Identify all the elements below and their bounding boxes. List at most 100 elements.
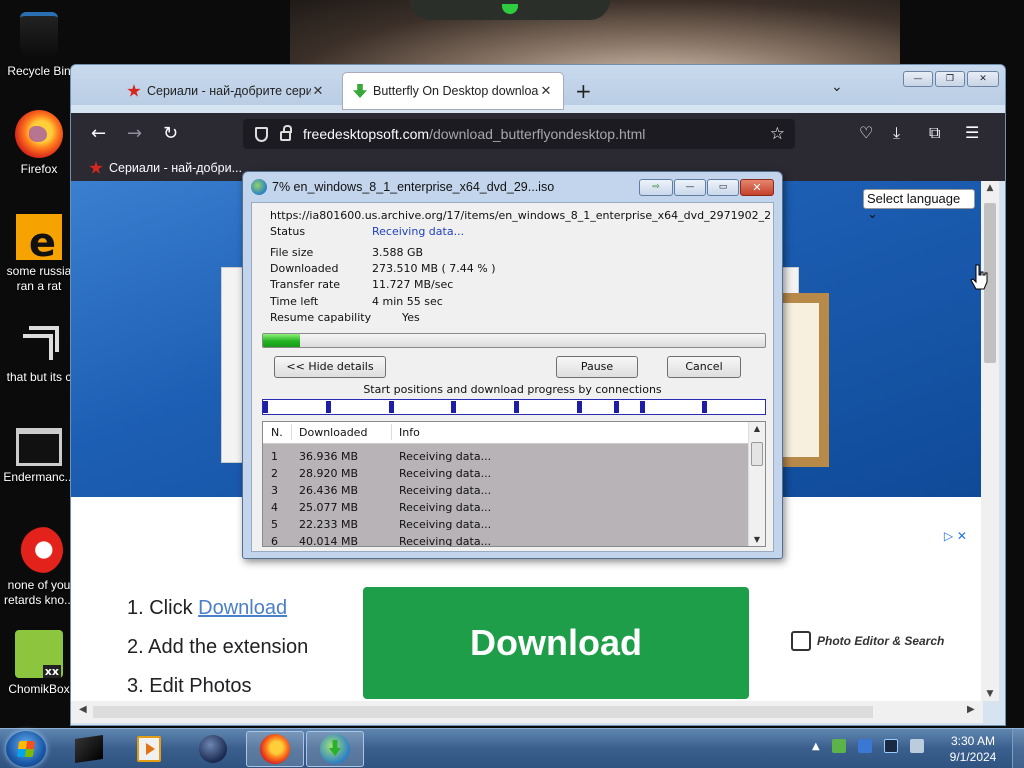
column-downloaded[interactable]: Downloaded	[299, 426, 367, 439]
taskbar-app-1[interactable]	[60, 731, 118, 767]
show-desktop-button[interactable]	[1012, 729, 1024, 768]
scroll-thumb[interactable]	[93, 706, 873, 718]
reload-icon[interactable]: ↻	[163, 125, 178, 143]
taskbar-earth[interactable]	[184, 731, 242, 767]
desktop-icon-none-of-you[interactable]: none of you retards kno...	[0, 526, 78, 608]
scroll-left-icon[interactable]: ◀	[79, 704, 87, 715]
scroll-right-icon[interactable]: ▶	[967, 704, 975, 715]
desktop-icon-endermanch[interactable]: Endermanc...	[0, 422, 78, 485]
pocket-icon[interactable]: ♡	[859, 123, 873, 142]
bookmark-item[interactable]: Сериали - най-добри...	[109, 161, 242, 175]
network-icon[interactable]	[883, 739, 898, 753]
ad-download-link[interactable]: Download	[198, 597, 287, 619]
start-button[interactable]	[6, 731, 46, 767]
download-favicon-icon	[353, 84, 367, 98]
chomikbox-icon	[15, 630, 63, 678]
lock-icon[interactable]	[280, 125, 292, 141]
extensions-icon[interactable]: ⧉	[929, 123, 940, 143]
desktop-icon-that-but[interactable]: that but its c	[0, 318, 78, 385]
clock-date: 9/1/2024	[949, 750, 997, 764]
minimize-button[interactable]: —	[903, 71, 933, 87]
dialog-maximize-button[interactable]: ▭	[707, 179, 739, 196]
cell-downloaded: 28.920 MB	[299, 467, 359, 480]
nav-toolbar: ← → ↻ freedesktopsoft.com/download_butte…	[71, 113, 1005, 155]
dialog-body: https://ia801600.us.archive.org/17/items…	[251, 202, 774, 552]
maximize-button[interactable]: ❐	[935, 71, 965, 87]
desktop-icon-chomikbox[interactable]: ChomikBox	[0, 630, 78, 697]
ad-download-button[interactable]: Download	[363, 587, 749, 699]
column-n[interactable]: N.	[271, 426, 283, 439]
downloaded-label: Downloaded	[270, 262, 339, 275]
menu-icon[interactable]: ☰	[965, 123, 979, 142]
tray-app-icon[interactable]	[857, 739, 872, 753]
close-tab-icon[interactable]: ✕	[539, 83, 553, 99]
tab-butterfly[interactable]: Butterfly On Desktop download ✕	[343, 73, 563, 109]
volume-icon[interactable]	[909, 739, 924, 753]
transfer-rate-label: Transfer rate	[270, 278, 341, 291]
page-vertical-scrollbar[interactable]: ▲ ▼	[981, 181, 999, 701]
tab-series[interactable]: Сериали - най-добрите сериали ✕	[117, 73, 335, 109]
scroll-down-icon[interactable]: ▼	[749, 535, 765, 544]
cell-n: 4	[271, 501, 278, 514]
table-row[interactable]: 4 25.077 MB Receiving data...	[263, 497, 749, 514]
close-button[interactable]: ✕	[967, 71, 999, 87]
taskbar: ▲ 3:30 AM 9/1/2024	[0, 728, 1024, 768]
back-icon[interactable]: ←	[91, 125, 106, 143]
clock[interactable]: 3:30 AM 9/1/2024	[940, 733, 1006, 765]
dialog-close-button[interactable]: ✕	[740, 179, 774, 196]
clock-time: 3:30 AM	[950, 734, 996, 748]
desktop-icon-some-russia[interactable]: some russia ran a rat	[0, 214, 78, 294]
tray-app-icon[interactable]	[831, 739, 846, 753]
ad-choices-icon[interactable]: ▷ ✕	[944, 529, 967, 543]
hide-details-button[interactable]: << Hide details	[274, 356, 386, 378]
table-scrollbar[interactable]: ▲ ▼	[748, 422, 765, 546]
connection-marker	[263, 401, 268, 413]
transfer-rate-value: 11.727 MB/sec	[372, 278, 454, 291]
table-row[interactable]: 1 36.936 MB Receiving data...	[263, 446, 749, 463]
idm-icon	[320, 734, 350, 764]
taskbar-idm[interactable]	[306, 731, 364, 767]
pause-button[interactable]: Pause	[556, 356, 638, 378]
connection-marker	[702, 401, 708, 413]
scroll-down-icon[interactable]: ▼	[981, 689, 999, 699]
table-row[interactable]: 2 28.920 MB Receiving data...	[263, 463, 749, 480]
send-to-icon[interactable]: ⇨	[639, 179, 673, 196]
firefox-icon	[15, 110, 63, 158]
app-icon	[75, 735, 103, 763]
downloads-icon[interactable]: ⤓	[893, 123, 900, 143]
column-info[interactable]: Info	[399, 426, 420, 439]
forward-icon[interactable]: →	[127, 125, 142, 143]
language-select-value: Select language	[867, 191, 961, 206]
desktop-icon-label: ChomikBox	[8, 682, 70, 696]
desktop-icon-label: Firefox	[20, 162, 58, 176]
url-bar[interactable]: freedesktopsoft.com/download_butterflyon…	[243, 119, 795, 149]
list-tabs-button[interactable]: ⌄	[831, 79, 843, 95]
close-tab-icon[interactable]: ✕	[311, 83, 325, 99]
scroll-up-icon[interactable]: ▲	[749, 424, 765, 433]
cell-info: Receiving data...	[399, 467, 492, 480]
scroll-up-icon[interactable]: ▲	[981, 183, 999, 193]
table-row[interactable]: 6 40.014 MB Receiving data...	[263, 531, 749, 546]
earth-icon	[199, 735, 227, 763]
scroll-thumb[interactable]	[751, 442, 763, 466]
page-horizontal-scrollbar[interactable]: ◀ ▶	[71, 701, 983, 723]
new-tab-button[interactable]: +	[575, 79, 592, 103]
cell-n: 2	[271, 467, 278, 480]
star-favicon-icon	[127, 84, 141, 97]
desktop-icon-recycle-bin[interactable]: Recycle Bin	[0, 6, 78, 79]
taskbar-firefox[interactable]	[246, 731, 304, 767]
connections-label: Start positions and download progress by…	[363, 383, 662, 396]
desktop-icon-firefox[interactable]: Firefox	[0, 110, 78, 177]
language-select[interactable]: Select language ⌄	[863, 189, 975, 221]
desktop-icon-label: ran a rat	[16, 279, 62, 293]
cancel-button[interactable]: Cancel	[667, 356, 741, 378]
shield-icon[interactable]	[255, 126, 268, 142]
bookmark-star-icon[interactable]: ☆	[770, 124, 785, 144]
connection-marker	[614, 401, 620, 413]
table-row[interactable]: 5 22.233 MB Receiving data...	[263, 514, 749, 531]
status-label: Status	[270, 225, 306, 238]
table-row[interactable]: 3 26.436 MB Receiving data...	[263, 480, 749, 497]
show-hidden-icons-icon[interactable]: ▲	[812, 741, 820, 752]
dialog-minimize-button[interactable]: —	[674, 179, 706, 196]
taskbar-media-player[interactable]	[120, 731, 178, 767]
